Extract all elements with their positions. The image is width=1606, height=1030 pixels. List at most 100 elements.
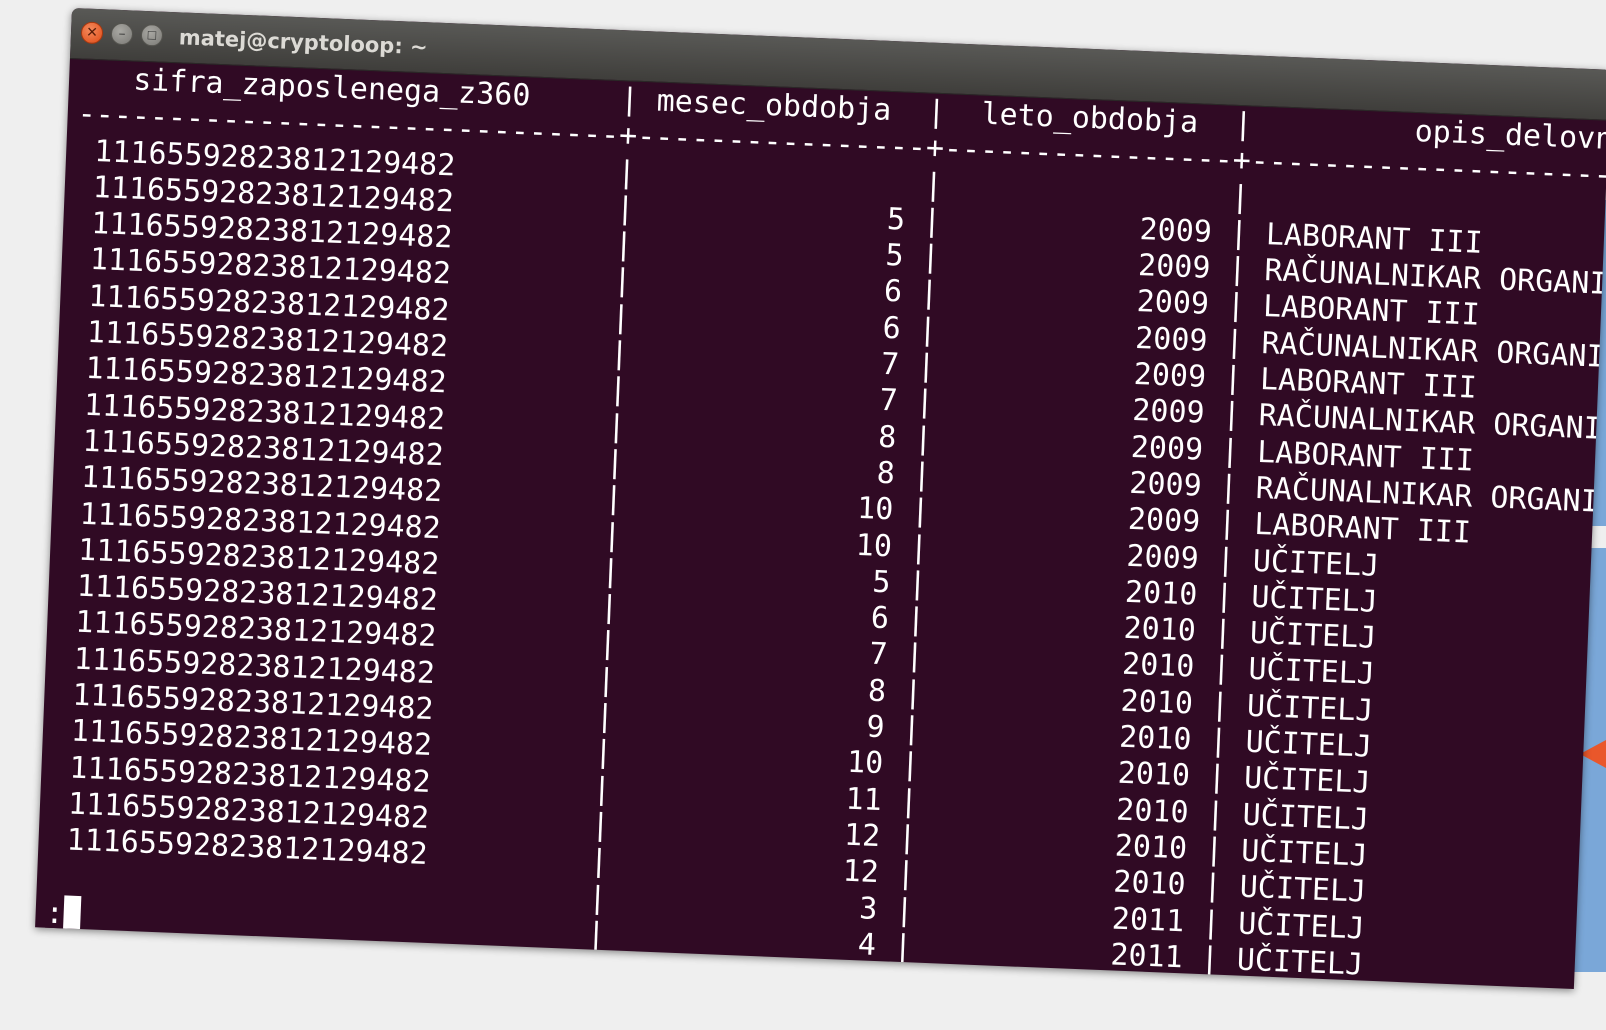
cell-leto: 2009 bbox=[1133, 356, 1207, 395]
cell-leto: 2009 bbox=[1130, 429, 1204, 468]
cell-leto: 2010 bbox=[1124, 574, 1198, 613]
text bbox=[67, 351, 86, 387]
text bbox=[60, 532, 79, 568]
minimize-button[interactable]: – bbox=[110, 22, 134, 46]
close-button[interactable]: ✕ bbox=[80, 21, 104, 45]
text: | bbox=[529, 78, 658, 119]
text: | bbox=[1212, 178, 1269, 216]
cell-leto: 2010 bbox=[1114, 828, 1188, 867]
cell-leto: 2010 bbox=[1121, 647, 1196, 686]
cell-mesec: 10 bbox=[856, 491, 895, 528]
cell-opis: UČITELJ bbox=[1243, 761, 1372, 802]
cell-mesec: 12 bbox=[841, 853, 880, 891]
text: | bbox=[1199, 504, 1256, 543]
text: | bbox=[1211, 214, 1267, 252]
text: | bbox=[1183, 903, 1239, 942]
cell-mesec: 5 bbox=[886, 201, 906, 238]
cell-mesec: 9 bbox=[865, 709, 886, 746]
pager-prompt[interactable]: : bbox=[44, 894, 82, 934]
text bbox=[54, 677, 73, 713]
cell-opis: UČITELJ bbox=[1250, 579, 1379, 620]
text: | bbox=[1206, 323, 1263, 361]
cursor bbox=[63, 895, 82, 930]
terminal-output[interactable]: sifra_zaposlenega_z360 | mesec_obdobja |… bbox=[44, 60, 1606, 989]
cell-opis: UČITELJ bbox=[1241, 797, 1370, 838]
cell-leto: 2010 bbox=[1119, 683, 1194, 722]
text: | bbox=[1184, 867, 1241, 905]
cell-leto: 2009 bbox=[1128, 465, 1203, 504]
text: | bbox=[1208, 287, 1264, 325]
text: | bbox=[1181, 940, 1238, 978]
background-red-arrow-icon bbox=[1580, 740, 1606, 768]
cell-opis: UČITELJ bbox=[1237, 906, 1366, 947]
text: | bbox=[1200, 468, 1257, 506]
text: | bbox=[1198, 541, 1254, 579]
cell-mesec: 6 bbox=[870, 600, 890, 637]
cell-mesec: 11 bbox=[844, 781, 883, 818]
cell-opis: UČITELJ bbox=[1252, 543, 1380, 584]
text: | bbox=[1193, 650, 1250, 688]
cell-leto: 2010 bbox=[1122, 610, 1197, 649]
maximize-button[interactable]: □ bbox=[140, 23, 164, 47]
text bbox=[68, 314, 87, 350]
text bbox=[76, 133, 95, 169]
text: | bbox=[1195, 613, 1251, 651]
text bbox=[61, 496, 80, 532]
window-title: matej@cryptoloop: ~ bbox=[178, 25, 429, 60]
screenshot: ✕ – □ matej@cryptoloop: ~ sifra_zaposlen… bbox=[0, 0, 1606, 1030]
text bbox=[49, 786, 68, 822]
text bbox=[79, 60, 135, 97]
text bbox=[52, 713, 71, 749]
text bbox=[64, 423, 83, 459]
cell-mesec: 3 bbox=[858, 890, 879, 927]
cell-mesec: 8 bbox=[867, 673, 887, 709]
cell-mesec: 12 bbox=[843, 817, 881, 855]
text bbox=[70, 278, 89, 314]
cell-leto: 2009 bbox=[1137, 248, 1212, 287]
cell-opis: UČITELJ bbox=[1239, 869, 1367, 910]
text bbox=[65, 387, 84, 423]
text bbox=[71, 242, 90, 278]
terminal-window[interactable]: ✕ – □ matej@cryptoloop: ~ sifra_zaposlen… bbox=[35, 8, 1606, 990]
cell-opis: UČITELJ bbox=[1249, 615, 1377, 656]
cell-leto: 2010 bbox=[1117, 755, 1191, 794]
text: | bbox=[1187, 795, 1244, 833]
cell-opis: UČITELJ bbox=[1246, 688, 1375, 729]
cell-mesec: 6 bbox=[881, 310, 902, 347]
text: | bbox=[1192, 686, 1248, 724]
cell-mesec: 6 bbox=[883, 274, 903, 311]
cell-leto: 2009 bbox=[1127, 502, 1201, 540]
text: | bbox=[1205, 359, 1261, 398]
text bbox=[57, 604, 76, 640]
text bbox=[58, 568, 77, 604]
cell-mesec: 8 bbox=[877, 419, 897, 456]
cell-mesec: 5 bbox=[871, 564, 892, 601]
cell-leto: 2009 bbox=[1125, 538, 1200, 577]
cell-mesec: 8 bbox=[876, 455, 896, 492]
cell-leto: 2009 bbox=[1136, 284, 1210, 323]
text bbox=[62, 459, 81, 495]
cell-leto: 2011 bbox=[1109, 937, 1184, 976]
cell-leto: 2009 bbox=[1134, 320, 1209, 359]
text: | bbox=[1190, 722, 1247, 760]
cell-mesec: 7 bbox=[878, 383, 899, 419]
cell-opis: UČITELJ bbox=[1240, 833, 1369, 874]
cell-mesec: 7 bbox=[868, 636, 889, 673]
text bbox=[46, 858, 65, 894]
text bbox=[48, 822, 67, 858]
cell-opis: UČITELJ bbox=[1247, 652, 1376, 693]
cell-mesec: 10 bbox=[855, 527, 893, 564]
cell-leto: 2009 bbox=[1138, 211, 1213, 250]
cell-opis: UČITELJ bbox=[1244, 724, 1373, 765]
prompt-text: : bbox=[44, 895, 65, 932]
cell-mesec: 5 bbox=[884, 238, 905, 274]
text: | bbox=[1189, 758, 1245, 796]
text: | bbox=[1202, 432, 1258, 470]
cell-leto: 2010 bbox=[1118, 719, 1193, 758]
cell-opis: UČITELJ bbox=[1236, 942, 1364, 983]
text bbox=[73, 205, 92, 241]
text bbox=[51, 749, 70, 785]
cell-leto: 2010 bbox=[1112, 864, 1187, 903]
text: | bbox=[1186, 831, 1242, 869]
cell-leto: 2009 bbox=[1131, 393, 1206, 432]
